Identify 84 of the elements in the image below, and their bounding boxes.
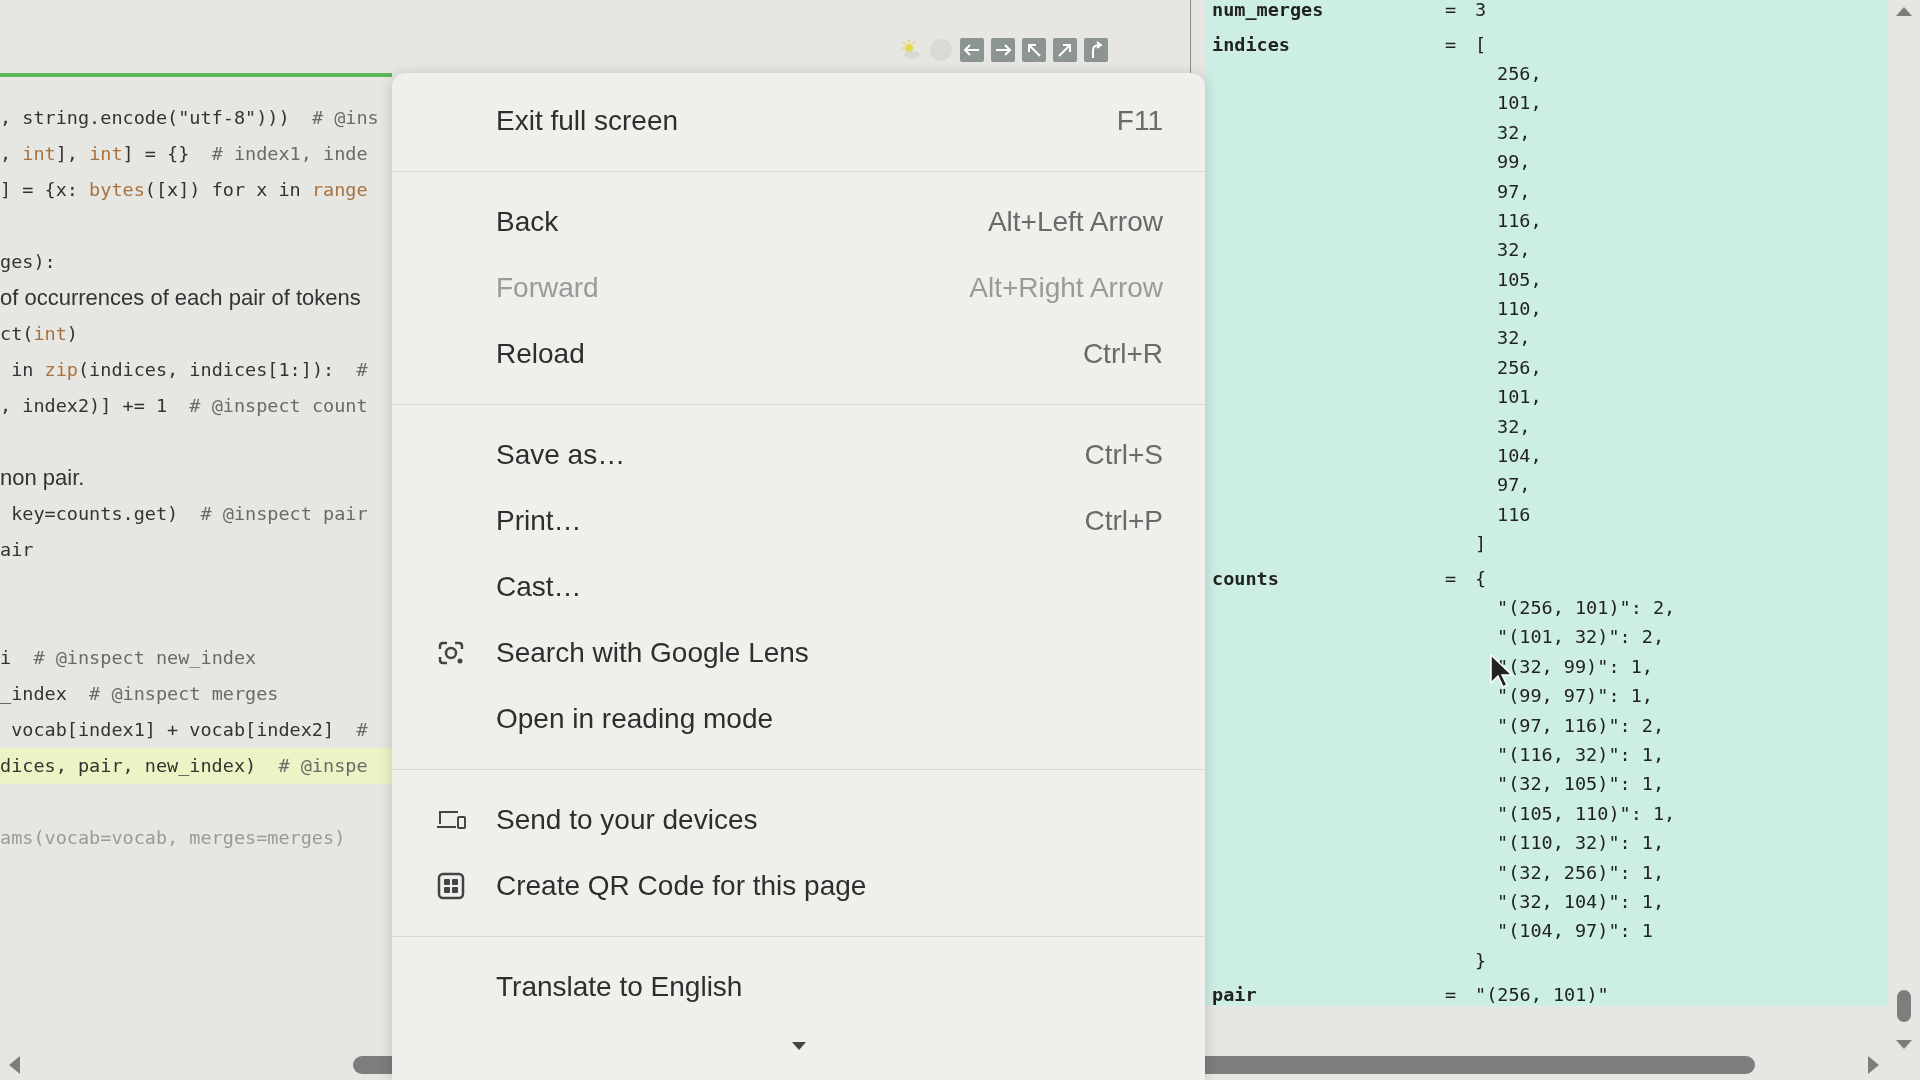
value-line: "(32, 105)": 1, (1497, 773, 1665, 795)
menu-item[interactable]: Back Alt+Left Arrow (392, 189, 1205, 255)
variable-value: { (1475, 567, 1488, 589)
value-line: 97, (1497, 180, 1531, 202)
menu-item[interactable]: Cast… (392, 554, 1205, 620)
value-line: "(32, 99)": 1, (1497, 655, 1653, 677)
value-line: 32, (1497, 415, 1531, 437)
chevron-down-icon[interactable] (791, 1042, 806, 1050)
value-line: 104, (1497, 445, 1542, 467)
menu-item[interactable]: Reload Ctrl+R (392, 321, 1205, 387)
code-line: ] = {x: bytes([x]) for x in range (0, 178, 369, 202)
code-line: ams(vocab=vocab, merges=merges) (0, 826, 347, 850)
menu-item[interactable]: Open in reading mode (392, 686, 1205, 752)
menu-item[interactable]: Translate to English (392, 954, 1205, 1020)
camera-lens-icon (437, 639, 465, 667)
value-line: "(97, 116)": 2, (1497, 714, 1665, 736)
code-line: ges): (0, 250, 57, 274)
variable-value: [ (1475, 33, 1488, 55)
menu-item[interactable]: Save as… Ctrl+S (392, 422, 1205, 488)
value-line: "(32, 256)": 1, (1497, 861, 1665, 883)
value-line: 101, (1497, 92, 1542, 114)
variable-value: "(256, 101)" (1475, 984, 1610, 1006)
code-line: _index # @inspect merges (0, 682, 280, 706)
shortcut-label: Alt+Right Arrow (969, 272, 1163, 304)
value-line: "(105, 110)": 1, (1497, 802, 1676, 824)
code-line: in zip(indices, indices[1:]): # (10, 358, 369, 382)
value-line: 256, (1497, 356, 1542, 378)
value-line: 116 (1497, 503, 1531, 525)
devices-icon (436, 808, 466, 832)
value-line: "(110, 32)": 1, (1497, 832, 1665, 854)
value-line: 110, (1497, 298, 1542, 320)
variable-name: num_merges (1212, 0, 1325, 21)
value-line: 256, (1497, 62, 1542, 84)
value-line: 32, (1497, 121, 1531, 143)
equals-sign: = (1445, 567, 1458, 589)
variable-name: indices (1212, 33, 1291, 55)
scroll-down-icon[interactable] (1896, 1040, 1912, 1050)
value-line: 32, (1497, 239, 1531, 261)
equals-sign: = (1445, 0, 1458, 21)
menu-item[interactable]: Search with Google Lens (392, 620, 1205, 686)
value-line: "(99, 97)": 1, (1497, 685, 1653, 707)
closing-bracket: ] (1475, 533, 1488, 555)
menu-item[interactable]: Create QR Code for this page (392, 853, 1205, 919)
menu-item[interactable]: Send to your devices (392, 787, 1205, 853)
shortcut-label: Ctrl+S (1084, 439, 1163, 471)
code-line: air (0, 538, 35, 562)
scrollbar-thumb[interactable] (1897, 990, 1911, 1022)
equals-sign: = (1445, 33, 1458, 55)
variable-name: counts (1212, 567, 1280, 589)
shortcut-label: Ctrl+P (1084, 505, 1163, 537)
equals-sign: = (1445, 984, 1458, 1006)
scroll-left-icon[interactable] (8, 1056, 20, 1074)
code-line: i # @inspect new_index (0, 646, 258, 670)
shortcut-label: Ctrl+R (1082, 338, 1163, 370)
menu-item[interactable]: Exit full screen F11 (392, 88, 1205, 154)
qr-code-icon (437, 872, 465, 900)
code-line: key=counts.get) # @inspect pair (10, 502, 369, 526)
code-line: , index2)] += 1 # @inspect count (0, 394, 369, 418)
code-line: , string.encode("utf-8"))) # @ins (0, 106, 380, 130)
comment-line: non pair. (0, 464, 86, 492)
value-line: "(256, 101)": 2, (1497, 597, 1676, 618)
shortcut-label: F11 (1116, 105, 1163, 137)
comment-line: of occurrences of each pair of tokens (0, 284, 362, 312)
variable-value: 3 (1475, 0, 1488, 21)
scroll-up-icon[interactable] (1896, 6, 1912, 16)
value-line: 105, (1497, 268, 1542, 290)
value-line: 116, (1497, 209, 1542, 231)
scroll-right-icon[interactable] (1868, 1056, 1880, 1074)
value-line: 101, (1497, 386, 1542, 408)
value-line: "(116, 32)": 1, (1497, 743, 1665, 765)
value-line: "(32, 104)": 1, (1497, 890, 1665, 912)
code-line: vocab[index1] + vocab[index2] # (10, 718, 369, 742)
code-line: ct(int) (0, 322, 79, 346)
value-line: "(104, 97)": 1 (1497, 920, 1653, 942)
value-line: 99, (1497, 151, 1531, 173)
variable-name: pair (1212, 984, 1258, 1006)
sun-cloud-icon (898, 38, 922, 62)
value-line: 97, (1497, 474, 1531, 496)
menu-item[interactable]: Print… Ctrl+P (392, 488, 1205, 554)
value-line: 32, (1497, 327, 1531, 349)
shortcut-label: Alt+Left Arrow (987, 206, 1163, 238)
code-line: , int], int] = {} # index1, inde (0, 142, 369, 166)
closing-bracket: } (1475, 949, 1488, 971)
value-line: "(101, 32)": 2, (1497, 626, 1665, 648)
